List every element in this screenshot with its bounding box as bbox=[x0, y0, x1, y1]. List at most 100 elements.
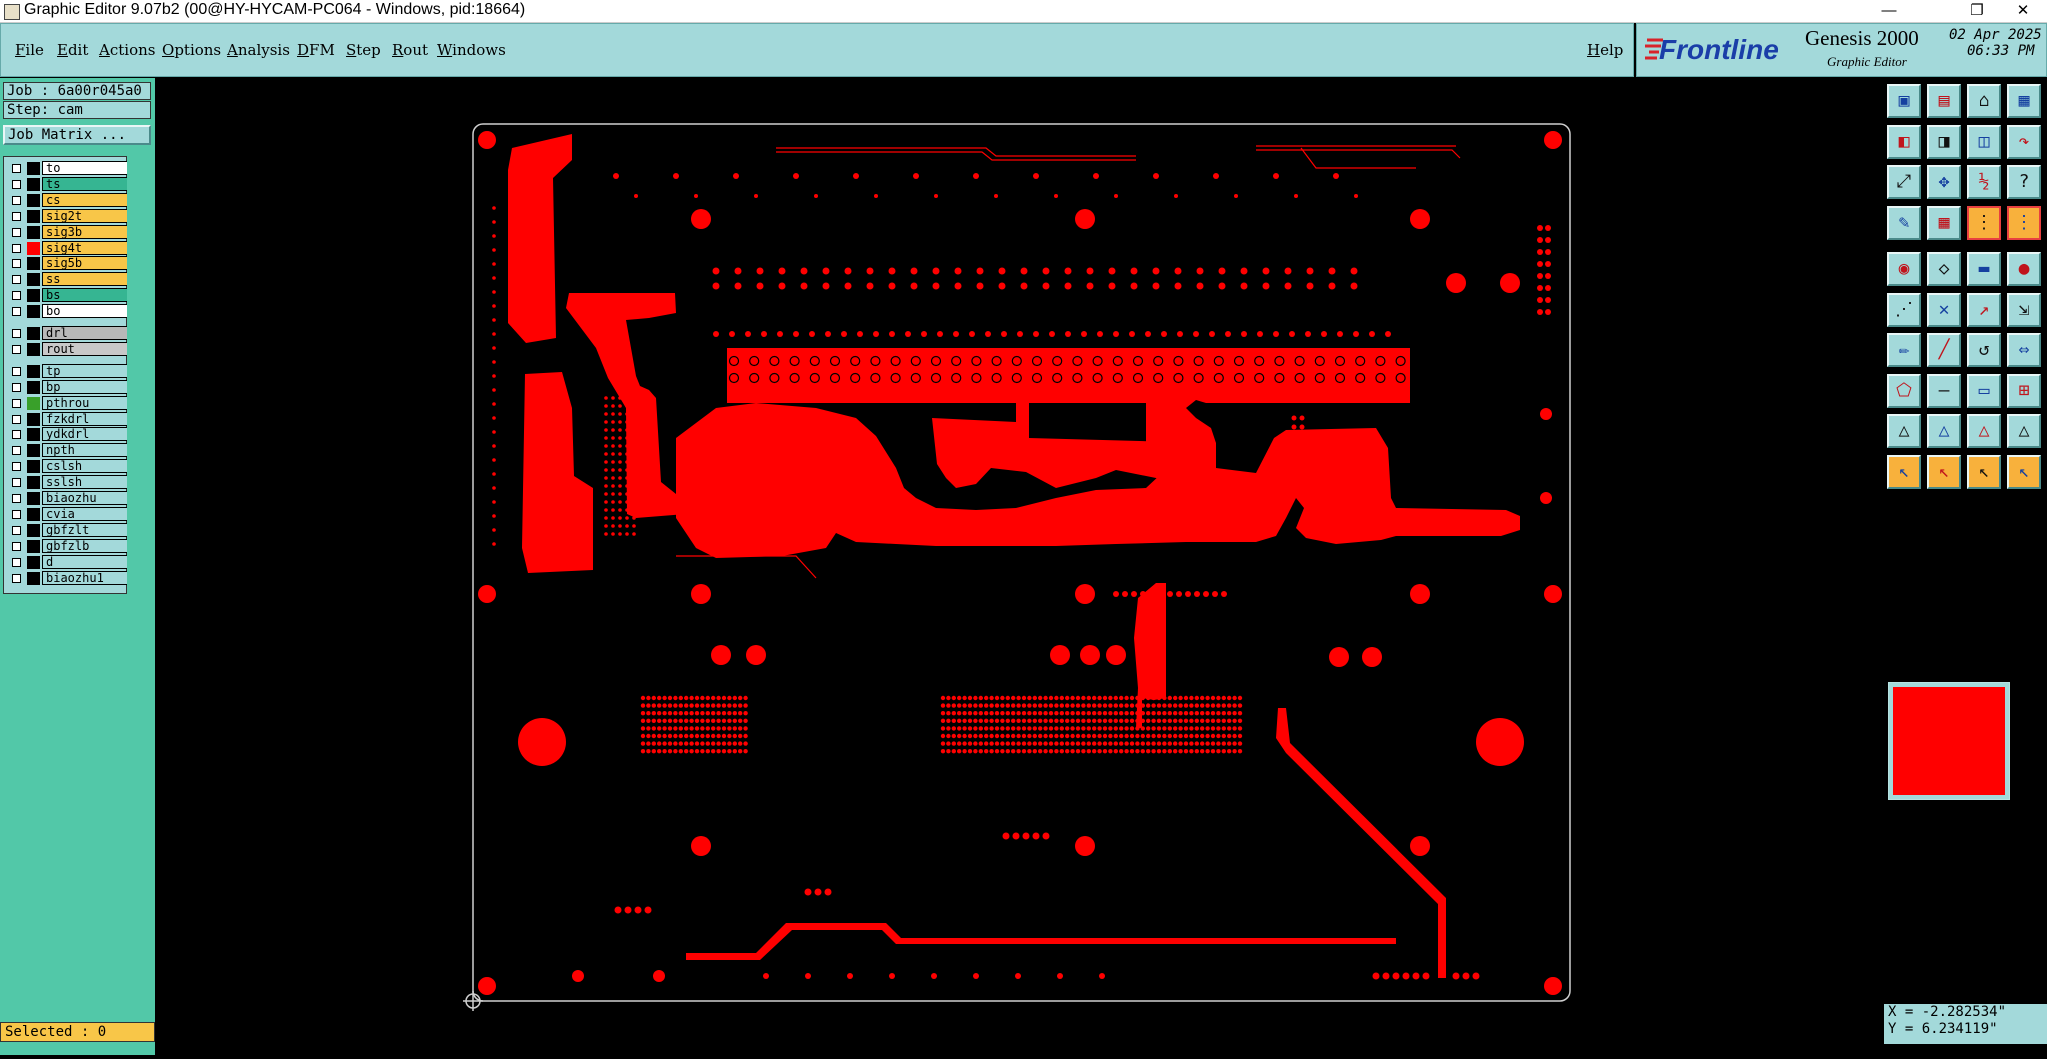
layer-color-swatch[interactable] bbox=[27, 539, 40, 553]
layer-name[interactable]: sig4t bbox=[42, 240, 128, 255]
measure-button[interactable]: ✎ bbox=[1887, 205, 1921, 240]
layer-color-swatch[interactable] bbox=[27, 162, 40, 175]
layer-color-swatch[interactable] bbox=[27, 364, 40, 378]
layer-row-d[interactable]: d bbox=[8, 554, 128, 570]
layer-row-biaozhu[interactable]: biaozhu bbox=[8, 491, 128, 506]
layer-name[interactable]: bs bbox=[42, 288, 128, 303]
layer-color-swatch[interactable] bbox=[27, 507, 40, 521]
layer-row-bs[interactable]: bs bbox=[8, 288, 128, 303]
layer-checkbox[interactable] bbox=[12, 557, 21, 567]
layer-row-bo[interactable]: bo bbox=[8, 304, 128, 319]
delete-button[interactable]: ✕ bbox=[1927, 292, 1961, 327]
select-plus-button[interactable]: ↖ bbox=[1927, 454, 1961, 489]
layer-name[interactable]: gbfzlt bbox=[42, 522, 128, 537]
layer-checkbox[interactable] bbox=[12, 344, 21, 354]
layer-checkbox[interactable] bbox=[12, 573, 21, 583]
layer-row-tp[interactable]: tp bbox=[8, 363, 128, 379]
zoom-fit-button[interactable]: ⤢ bbox=[1887, 165, 1921, 199]
layer-row-gbfzlt[interactable]: gbfzlt bbox=[8, 522, 128, 538]
line-style-button[interactable]: ▬ bbox=[1967, 252, 2001, 286]
layer-checkbox[interactable] bbox=[12, 307, 21, 317]
snap-button[interactable]: ⋮ bbox=[1967, 205, 2001, 240]
layer-color-swatch[interactable] bbox=[27, 523, 40, 537]
layer-checkbox[interactable] bbox=[12, 446, 21, 456]
analysis2-button[interactable]: △ bbox=[1927, 414, 1961, 448]
layer-checkbox[interactable] bbox=[12, 211, 21, 221]
layer-color-swatch[interactable] bbox=[27, 412, 40, 426]
layer-row-sig4t[interactable]: sig4t bbox=[8, 240, 128, 256]
layer-checkbox[interactable] bbox=[12, 259, 21, 269]
layer-checkbox[interactable] bbox=[12, 329, 21, 338]
layer-checkbox[interactable] bbox=[12, 179, 21, 189]
select-box-button[interactable]: ↖ bbox=[1967, 454, 2001, 489]
pad-button[interactable]: ● bbox=[2007, 252, 2041, 286]
layer-color-swatch[interactable] bbox=[27, 380, 40, 394]
layer-row-rout[interactable]: rout bbox=[8, 341, 128, 357]
redo-button[interactable]: ↷ bbox=[2007, 124, 2041, 159]
select-button[interactable]: ↖ bbox=[1887, 454, 1921, 489]
menu-rout[interactable]: Rout bbox=[392, 41, 428, 59]
save-button[interactable]: ▤ bbox=[1927, 84, 1961, 118]
restore-button[interactable]: ❐ bbox=[1954, 0, 2000, 22]
layer-row-cvia[interactable]: cvia bbox=[8, 506, 128, 522]
layer-color-swatch[interactable] bbox=[27, 342, 40, 356]
analysis1-button[interactable]: △ bbox=[1887, 414, 1921, 448]
layer-name[interactable]: drl bbox=[42, 326, 128, 340]
layer-name[interactable]: biaozhu1 bbox=[42, 570, 128, 585]
layer-name[interactable]: d bbox=[42, 554, 128, 569]
layer-color-swatch[interactable] bbox=[27, 305, 40, 319]
layer-color-swatch[interactable] bbox=[27, 428, 40, 442]
layer-row-sig2t[interactable]: sig2t bbox=[8, 208, 128, 224]
layer-checkbox[interactable] bbox=[12, 382, 21, 392]
layer-row-sig3b[interactable]: sig3b bbox=[8, 224, 128, 240]
job-matrix-button[interactable]: Job Matrix ... bbox=[3, 125, 151, 145]
layer-checkbox[interactable] bbox=[12, 366, 21, 376]
layer-name[interactable]: ydkdrl bbox=[42, 427, 128, 442]
layer-row-bp[interactable]: bp bbox=[8, 379, 128, 395]
layer-color-swatch[interactable] bbox=[27, 193, 40, 207]
graphic-canvas[interactable] bbox=[156, 78, 1884, 1055]
layer-name[interactable]: cs bbox=[42, 192, 128, 207]
layer-color-swatch[interactable] bbox=[27, 492, 40, 505]
layer-checkbox[interactable] bbox=[12, 164, 21, 173]
layer-color-swatch[interactable] bbox=[27, 460, 40, 474]
layer-row-cs[interactable]: cs bbox=[8, 192, 128, 208]
layer-scroll-track[interactable] bbox=[127, 156, 151, 594]
pencil-button[interactable]: ✏ bbox=[1887, 333, 1921, 367]
copy-feature-button[interactable]: ⇲ bbox=[2007, 292, 2041, 327]
layer-color-swatch[interactable] bbox=[27, 476, 40, 490]
layer-name[interactable]: cslsh bbox=[42, 459, 128, 474]
layer-checkbox[interactable] bbox=[12, 462, 21, 472]
resize-button[interactable]: ⇔ bbox=[2007, 333, 2041, 367]
menu-file[interactable]: File bbox=[15, 41, 44, 59]
layer-name[interactable]: ss bbox=[42, 272, 128, 287]
layer-name[interactable]: to bbox=[42, 161, 128, 175]
open-step-button[interactable]: ▣ bbox=[1887, 84, 1921, 118]
layer-name[interactable]: biaozhu bbox=[42, 491, 128, 505]
menu-windows[interactable]: Windows bbox=[437, 41, 506, 59]
layer-name[interactable]: bp bbox=[42, 379, 128, 394]
layer-color-swatch[interactable] bbox=[27, 225, 40, 239]
export-button[interactable]: ◨ bbox=[1927, 124, 1961, 159]
layer-checkbox[interactable] bbox=[12, 243, 21, 253]
layer-checkbox[interactable] bbox=[12, 195, 21, 205]
layer-name[interactable]: cvia bbox=[42, 506, 128, 521]
layer-checkbox[interactable] bbox=[12, 275, 21, 285]
layer-checkbox[interactable] bbox=[12, 291, 21, 301]
layer-color-swatch[interactable] bbox=[27, 444, 40, 458]
close-button[interactable]: ✕ bbox=[2000, 0, 2046, 22]
arc-button[interactable]: ↺ bbox=[1967, 333, 2001, 367]
layer-row-ydkdrl[interactable]: ydkdrl bbox=[8, 427, 128, 442]
analysis3-button[interactable]: △ bbox=[1967, 414, 2001, 448]
layer-checkbox[interactable] bbox=[12, 478, 21, 488]
connect-button[interactable]: ⋰ bbox=[1887, 292, 1921, 327]
layer-name[interactable]: npth bbox=[42, 443, 128, 458]
zoom-center-button[interactable]: ✥ bbox=[1927, 165, 1961, 199]
layer-color-swatch[interactable] bbox=[27, 289, 40, 303]
layer-checkbox[interactable] bbox=[12, 414, 21, 424]
layer-row-fzkdrl[interactable]: fzkdrl bbox=[8, 411, 128, 427]
layer-name[interactable]: bo bbox=[42, 304, 128, 319]
layer-row-biaozhu1[interactable]: biaozhu1 bbox=[8, 570, 128, 586]
layer-color-swatch[interactable] bbox=[27, 327, 40, 340]
layer-name[interactable]: ts bbox=[42, 176, 128, 191]
